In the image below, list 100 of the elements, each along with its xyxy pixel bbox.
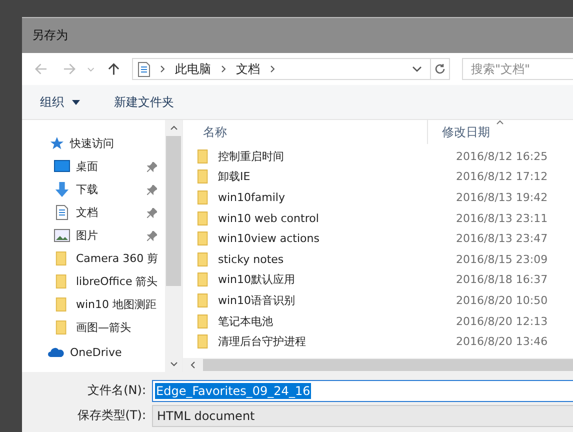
sidebar-item[interactable]: win10 地图测距 (22, 293, 165, 316)
file-name: win10 web control (217, 212, 320, 225)
sidebar-item-label: 文档 (76, 205, 98, 220)
sidebar-item[interactable]: Camera 360 剪 (22, 247, 165, 270)
folder-icon (197, 252, 210, 267)
sidebar-item[interactable]: 图片 (22, 224, 165, 247)
pin-icon[interactable] (147, 230, 157, 240)
address-bar[interactable]: 此电脑 文档 (132, 58, 431, 80)
file-name: 笔记本电池 (217, 314, 274, 329)
window-title: 另存为 (32, 27, 68, 44)
sidebar-item[interactable]: 桌面 (22, 155, 165, 178)
refresh-button[interactable] (430, 58, 450, 80)
sidebar-item[interactable]: 下载 (22, 178, 165, 201)
file-row[interactable]: 控制重启时间 2016/8/12 16:25 (183, 146, 573, 167)
column-header[interactable]: 修改日期 (428, 120, 490, 144)
file-row[interactable]: win10view actions 2016/8/13 23:47 (183, 228, 573, 249)
chevron-down-icon[interactable] (412, 66, 422, 72)
sidebar-item-label: libreOffice 箭头 (76, 274, 158, 289)
file-row[interactable]: win10默认应用 2016/8/18 16:37 (183, 270, 573, 290)
search-field[interactable]: 搜索"文档" (462, 58, 573, 80)
forward-arrow-icon[interactable] (63, 62, 77, 76)
pin-icon[interactable] (147, 184, 157, 194)
up-arrow-icon[interactable] (106, 62, 120, 76)
sidebar-item[interactable]: OneDrive (22, 341, 165, 364)
sidebar-item-label: 桌面 (76, 159, 98, 174)
breadcrumb-item[interactable]: 文档 (236, 60, 260, 78)
column-header[interactable]: 名称 (183, 120, 428, 144)
file-name: 控制重启时间 (217, 148, 285, 164)
modified-date: 2016/8/12 16:25 (456, 150, 548, 163)
file-row[interactable]: 笔记本电池 2016/8/20 12:13 (183, 310, 573, 332)
sidebar-item[interactable]: 文档 (22, 201, 165, 224)
sort-caret-icon (496, 120, 504, 125)
folder-icon (197, 210, 210, 226)
sidebar-item[interactable]: 快速访问 (22, 132, 165, 155)
download-arrow-icon (54, 182, 70, 197)
file-type-label: 保存类型(T): (76, 407, 147, 424)
sidebar-item-label: win10 地图测距 (76, 297, 157, 312)
chevron-right-icon[interactable] (270, 65, 276, 73)
folder-icon (197, 334, 210, 350)
horizontal-scrollbar[interactable] (183, 358, 573, 372)
file-name: sticky notes (217, 252, 285, 266)
sidebar-item-label: Camera 360 剪 (76, 251, 158, 266)
folder-icon (197, 148, 210, 164)
folder-icon (197, 272, 210, 288)
filename-value: Edge_Favorites_09_24_16 (155, 382, 312, 398)
pin-icon[interactable] (147, 208, 157, 218)
file-name: win10family (217, 190, 286, 204)
file-name: 清理后台守护进程 (217, 334, 307, 350)
filename-label: 文件名(N): (86, 382, 147, 399)
modified-date: 2016/8/13 19:42 (456, 190, 548, 204)
modified-date: 2016/8/20 12:13 (456, 314, 548, 328)
chevron-right-icon[interactable] (160, 65, 166, 73)
chevron-right-icon[interactable] (221, 65, 226, 73)
folder-icon (197, 190, 210, 205)
sidebar-item-label: 下载 (76, 182, 98, 197)
filename-field[interactable]: Edge_Favorites_09_24_16 (152, 380, 573, 402)
scrollbar-thumb[interactable] (166, 136, 181, 286)
folder-icon (197, 231, 210, 246)
folder-icon (197, 169, 210, 184)
dropdown-caret-icon[interactable] (86, 66, 95, 72)
file-row[interactable]: sticky notes 2016/8/15 23:09 (183, 248, 573, 270)
modified-date: 2016/8/18 16:37 (456, 273, 548, 286)
pin-icon[interactable] (147, 162, 157, 172)
file-row[interactable]: win10语音识别 2016/8/20 10:50 (183, 290, 573, 311)
sidebar-item-label: 画图—箭头 (76, 320, 131, 335)
picture-icon (54, 228, 70, 243)
sidebar-item-label: OneDrive (70, 346, 122, 359)
modified-date: 2016/8/13 23:11 (456, 212, 548, 225)
file-name: win10view actions (217, 232, 320, 246)
modified-date: 2016/8/13 23:47 (456, 232, 548, 246)
caret-down-icon (72, 100, 80, 105)
back-arrow-icon[interactable] (34, 62, 48, 76)
modified-date: 2016/8/20 10:50 (456, 294, 548, 307)
file-type-dropdown[interactable]: HTML document (152, 404, 573, 426)
document-icon (138, 62, 150, 76)
file-name: win10默认应用 (217, 272, 296, 288)
file-name: win10语音识别 (217, 292, 296, 308)
star-icon (48, 136, 64, 151)
folder-icon (197, 292, 210, 308)
modified-date: 2016/8/15 23:09 (456, 252, 548, 266)
organize-button[interactable]: 组织 (34, 90, 86, 114)
cloud-icon (48, 345, 64, 360)
file-row[interactable]: win10 web control 2016/8/13 23:11 (183, 208, 573, 228)
desktop-icon (54, 159, 70, 174)
folder-icon (197, 314, 210, 329)
document-icon (54, 205, 70, 220)
breadcrumb-item[interactable]: 此电脑 (175, 60, 212, 78)
refresh-icon (434, 63, 446, 75)
sidebar-item[interactable]: libreOffice 箭头 (22, 270, 165, 293)
scrollbar-thumb[interactable] (203, 359, 573, 371)
file-row[interactable]: 卸载IE 2016/8/12 17:12 (183, 166, 573, 188)
new-folder-button[interactable]: 新建文件夹 (108, 90, 180, 114)
sidebar-item[interactable]: 画图—箭头 (22, 316, 165, 339)
file-row[interactable]: win10family 2016/8/13 19:42 (183, 187, 573, 208)
file-row[interactable]: 清理后台守护进程 2016/8/20 13:46 (183, 331, 573, 352)
vertical-scrollbar[interactable] (165, 120, 182, 372)
modified-date: 2016/8/12 17:12 (456, 170, 548, 184)
sidebar-item-label: 快速访问 (70, 136, 114, 151)
file-name: 卸载IE (217, 169, 252, 184)
sidebar-item-label: 图片 (76, 228, 98, 243)
